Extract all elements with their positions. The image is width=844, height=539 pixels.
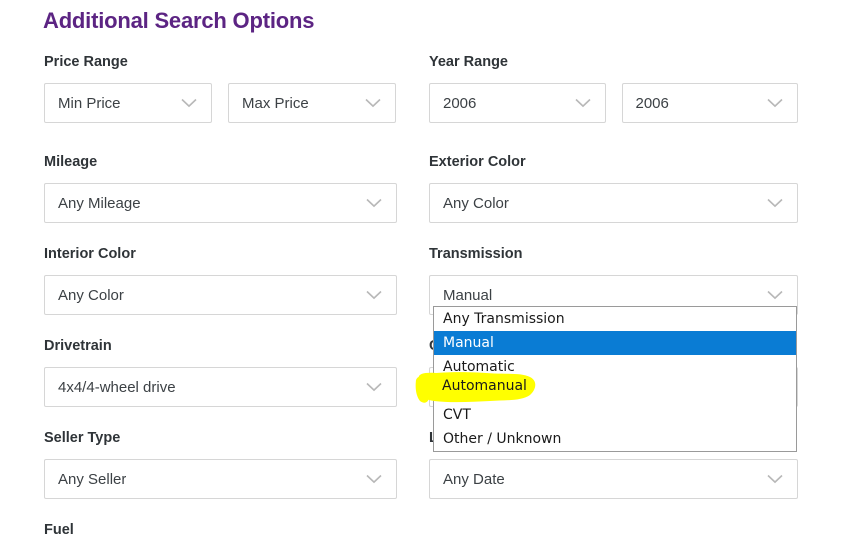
field-exterior-color: Exterior Color Any Color (429, 153, 798, 223)
select-transmission-value: Manual (443, 286, 493, 304)
chevron-down-icon (181, 98, 197, 108)
select-seller-type[interactable]: Any Seller (44, 459, 397, 499)
chevron-down-icon (366, 382, 382, 392)
dropdown-option-cvt[interactable]: CVT (434, 403, 796, 427)
chevron-down-icon (767, 198, 783, 208)
select-min-price-value: Min Price (58, 94, 121, 112)
dropdown-option-any-transmission[interactable]: Any Transmission (434, 307, 796, 331)
page-title: Additional Search Options (43, 8, 315, 33)
label-fuel: Fuel (44, 522, 74, 538)
chevron-down-icon (767, 290, 783, 300)
chevron-down-icon (767, 98, 783, 108)
label-year-range: Year Range (429, 54, 508, 70)
field-seller-type: Seller Type Any Seller (44, 429, 397, 499)
dropdown-option-automatic[interactable]: Automatic (434, 355, 796, 379)
select-year-min[interactable]: 2006 (429, 83, 606, 123)
label-transmission: Transmission (429, 246, 523, 262)
select-exterior-color-value: Any Color (443, 194, 509, 212)
dropdown-option-automanual[interactable]: Automanual (434, 379, 796, 403)
dropdown-option-other-unknown[interactable]: Other / Unknown (434, 427, 796, 451)
chevron-down-icon (366, 474, 382, 484)
label-seller-type: Seller Type (44, 430, 121, 446)
field-year-range: Year Range 2006 2006 (429, 53, 798, 123)
select-max-price[interactable]: Max Price (228, 83, 396, 123)
select-exterior-color[interactable]: Any Color (429, 183, 798, 223)
label-interior-color: Interior Color (44, 246, 136, 262)
field-mileage: Mileage Any Mileage (44, 153, 397, 223)
transmission-dropdown-list[interactable]: Any Transmission Manual Automatic Automa… (433, 306, 797, 452)
additional-search-options-panel: Additional Search Options Price Range Mi… (0, 0, 844, 539)
select-listing-date[interactable]: Any Date (429, 459, 798, 499)
select-year-min-value: 2006 (443, 94, 477, 112)
select-max-price-value: Max Price (242, 94, 309, 112)
chevron-down-icon (366, 290, 382, 300)
select-drivetrain-value: 4x4/4-wheel drive (58, 378, 176, 396)
label-exterior-color: Exterior Color (429, 154, 526, 170)
select-mileage-value: Any Mileage (58, 194, 141, 212)
select-interior-color[interactable]: Any Color (44, 275, 397, 315)
field-interior-color: Interior Color Any Color (44, 245, 397, 315)
select-min-price[interactable]: Min Price (44, 83, 212, 123)
label-mileage: Mileage (44, 154, 98, 170)
select-year-max[interactable]: 2006 (621, 83, 798, 123)
select-drivetrain[interactable]: 4x4/4-wheel drive (44, 367, 397, 407)
chevron-down-icon (767, 474, 783, 484)
field-transmission: Transmission Manual (429, 245, 798, 315)
select-seller-type-value: Any Seller (58, 470, 127, 488)
select-listing-date-value: Any Date (443, 470, 505, 488)
field-fuel: Fuel (44, 521, 397, 539)
select-interior-color-value: Any Color (58, 286, 124, 304)
label-price-range: Price Range (44, 54, 128, 70)
chevron-down-icon (574, 98, 591, 108)
chevron-down-icon (366, 198, 382, 208)
field-drivetrain: Drivetrain 4x4/4-wheel drive (44, 337, 397, 407)
field-price-range: Price Range Min Price Max Price (44, 53, 397, 123)
chevron-down-icon (365, 98, 381, 108)
dropdown-option-manual[interactable]: Manual (434, 331, 796, 355)
select-year-max-value: 2006 (635, 94, 669, 112)
select-mileage[interactable]: Any Mileage (44, 183, 397, 223)
label-drivetrain: Drivetrain (44, 338, 112, 354)
